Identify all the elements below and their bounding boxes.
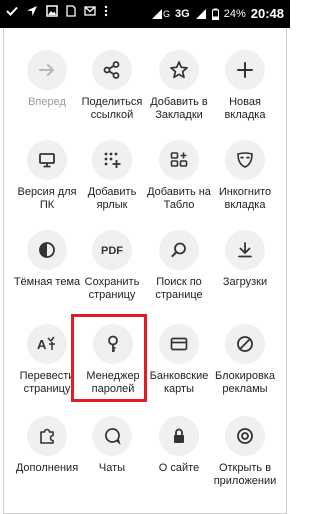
sim-icon — [66, 5, 76, 17]
download-icon — [225, 230, 265, 270]
plus-icon — [225, 50, 265, 90]
menu-item-save-page[interactable]: PDF Сохранить страницу — [77, 230, 147, 302]
menu-item-share[interactable]: Поделиться ссылкой — [77, 50, 147, 122]
menu-item-bank-cards[interactable]: Банковские карты — [144, 324, 214, 396]
menu-item-label: Чаты — [98, 462, 126, 474]
browser-menu-sheet: Вперед Поделиться ссылкой Добавить в Зак… — [3, 28, 287, 514]
signal-icon: G — [151, 8, 170, 20]
menu-item-label: О сайте — [158, 462, 200, 474]
grid-plus-icon — [92, 140, 132, 180]
half-circle-icon — [27, 230, 67, 270]
menu-item-label: Вперед — [28, 96, 66, 108]
menu-item-label: Банковские карты — [149, 370, 209, 395]
menu-item-label: Инкогнито вкладка — [218, 186, 272, 211]
menu-item-label: Открыть в приложении — [213, 462, 277, 487]
mask-icon — [225, 140, 265, 180]
check-icon — [6, 5, 18, 17]
menu-item-desktop-version[interactable]: Версия для ПК — [12, 140, 82, 212]
svg-text:PDF: PDF — [101, 245, 123, 257]
menu-item-label: Сохранить страницу — [84, 276, 140, 301]
menu-item-bookmark[interactable]: Добавить в Закладки — [144, 50, 214, 122]
monitor-icon — [27, 140, 67, 180]
more-icon — [104, 5, 108, 17]
block-icon — [225, 324, 265, 364]
menu-item-forward[interactable]: Вперед — [12, 50, 82, 109]
arrow-right-icon — [27, 50, 67, 90]
menu-item-dark-theme[interactable]: Тёмная тема — [12, 230, 82, 289]
menu-item-add-shortcut[interactable]: Добавить ярлык — [77, 140, 147, 212]
menu-item-label: Загрузки — [222, 276, 268, 288]
menu-item-open-in-app[interactable]: Открыть в приложении — [210, 416, 280, 488]
lock-icon — [159, 416, 199, 456]
menu-item-site-info[interactable]: О сайте — [144, 416, 214, 475]
battery-icon — [211, 8, 219, 20]
signal-label: G — [163, 8, 171, 19]
menu-item-label: Новая вкладка — [224, 96, 266, 121]
menu-item-adblock[interactable]: Блокировка рекламы — [210, 324, 280, 396]
chat-icon — [92, 416, 132, 456]
signal-icon-2 — [195, 8, 207, 20]
menu-item-addons[interactable]: Дополнения — [12, 416, 82, 475]
open-app-icon — [225, 416, 265, 456]
tiles-plus-icon — [159, 140, 199, 180]
clock: 20:48 — [250, 6, 284, 21]
card-icon — [159, 324, 199, 364]
menu-item-new-tab[interactable]: Новая вкладка — [210, 50, 280, 122]
highlight-frame — [71, 314, 147, 402]
status-bar: G 3G 24% 20:48 — [0, 0, 290, 28]
pdf-icon: PDF — [92, 230, 132, 270]
menu-item-label: Поделиться ссылкой — [81, 96, 143, 121]
menu-item-label: Тёмная тема — [13, 276, 81, 288]
menu-item-find-in-page[interactable]: Поиск по странице — [144, 230, 214, 302]
share-icon — [92, 50, 132, 90]
battery-level: 24% — [223, 7, 246, 20]
menu-item-chats[interactable]: Чаты — [77, 416, 147, 475]
mail-icon — [84, 6, 96, 16]
navigation-icon — [26, 5, 38, 17]
menu-item-label: Поиск по странице — [155, 276, 203, 301]
star-icon — [159, 50, 199, 90]
menu-item-label: Добавить в Закладки — [150, 96, 208, 121]
menu-item-downloads[interactable]: Загрузки — [210, 230, 280, 289]
search-icon — [159, 230, 199, 270]
menu-item-label: Версия для ПК — [17, 186, 77, 211]
puzzle-icon — [27, 416, 67, 456]
menu-item-label: Дополнения — [15, 462, 79, 474]
menu-item-add-to-tablo[interactable]: Добавить на Табло — [144, 140, 214, 212]
menu-item-incognito[interactable]: Инкогнито вкладка — [210, 140, 280, 212]
svg-text:A: A — [37, 337, 47, 352]
menu-item-label: Добавить на Табло — [147, 186, 211, 211]
network-type: 3G — [175, 7, 190, 20]
menu-item-label: Блокировка рекламы — [215, 370, 275, 395]
image-icon — [46, 5, 58, 17]
translate-icon: A — [27, 324, 67, 364]
menu-item-label: Добавить ярлык — [87, 186, 137, 211]
